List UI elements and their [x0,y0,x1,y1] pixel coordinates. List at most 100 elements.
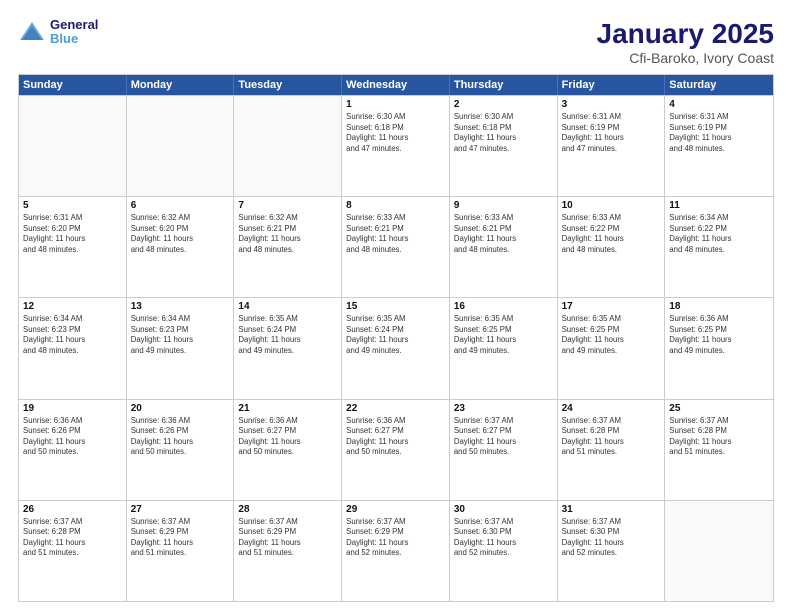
day-number: 22 [346,403,445,414]
day-info: Sunrise: 6:34 AMSunset: 6:22 PMDaylight:… [669,213,769,255]
day-cell-empty [127,96,235,196]
day-info: Sunrise: 6:32 AMSunset: 6:21 PMDaylight:… [238,213,337,255]
logo-line1: General [50,18,98,32]
subtitle: Cfi-Baroko, Ivory Coast [597,50,774,66]
day-number: 11 [669,200,769,211]
header: General Blue January 2025 Cfi-Baroko, Iv… [18,18,774,66]
day-info: Sunrise: 6:34 AMSunset: 6:23 PMDaylight:… [23,314,122,356]
calendar-body: 1 Sunrise: 6:30 AMSunset: 6:18 PMDaylight… [19,95,773,601]
day-number: 20 [131,403,230,414]
day-cell-27: 27 Sunrise: 6:37 AMSunset: 6:29 PMDayligh… [127,501,235,601]
day-number: 24 [562,403,661,414]
day-info: Sunrise: 6:33 AMSunset: 6:22 PMDaylight:… [562,213,661,255]
header-day-sunday: Sunday [19,75,127,95]
day-cell-7: 7 Sunrise: 6:32 AMSunset: 6:21 PMDaylight… [234,197,342,297]
day-cell-15: 15 Sunrise: 6:35 AMSunset: 6:24 PMDayligh… [342,298,450,398]
day-cell-13: 13Sunrise: 6:34 AMSunset: 6:23 PMDayligh… [127,298,235,398]
day-cell-5: 5Sunrise: 6:31 AMSunset: 6:20 PMDaylight… [19,197,127,297]
title-block: January 2025 Cfi-Baroko, Ivory Coast [597,18,774,66]
day-cell-2: 2 Sunrise: 6:30 AMSunset: 6:18 PMDaylight… [450,96,558,196]
day-number: 8 [346,200,445,211]
day-info: Sunrise: 6:37 AMSunset: 6:28 PMDaylight:… [669,416,769,458]
day-number: 15 [346,301,445,312]
day-number: 4 [669,99,769,110]
day-info: Sunrise: 6:36 AMSunset: 6:26 PMDaylight:… [131,416,230,458]
header-day-wednesday: Wednesday [342,75,450,95]
day-info: Sunrise: 6:37 AMSunset: 6:29 PMDaylight:… [238,517,337,559]
header-day-thursday: Thursday [450,75,558,95]
day-cell-1: 1 Sunrise: 6:30 AMSunset: 6:18 PMDaylight… [342,96,450,196]
day-info: Sunrise: 6:30 AMSunset: 6:18 PMDaylight:… [346,112,445,154]
day-cell-6: 6 Sunrise: 6:32 AMSunset: 6:20 PMDaylight… [127,197,235,297]
day-info: Sunrise: 6:35 AMSunset: 6:25 PMDaylight:… [562,314,661,356]
day-info: Sunrise: 6:33 AMSunset: 6:21 PMDaylight:… [346,213,445,255]
day-info: Sunrise: 6:31 AMSunset: 6:19 PMDaylight:… [669,112,769,154]
day-cell-11: 11 Sunrise: 6:34 AMSunset: 6:22 PMDayligh… [665,197,773,297]
calendar-header: SundayMondayTuesdayWednesdayThursdayFrid… [19,75,773,95]
day-cell-9: 9Sunrise: 6:33 AMSunset: 6:21 PMDaylight… [450,197,558,297]
day-number: 12 [23,301,122,312]
logo-line2: Blue [50,31,78,46]
day-info: Sunrise: 6:32 AMSunset: 6:20 PMDaylight:… [131,213,230,255]
day-cell-31: 31Sunrise: 6:37 AMSunset: 6:30 PMDayligh… [558,501,666,601]
day-number: 1 [346,99,445,110]
day-number: 17 [562,301,661,312]
day-number: 16 [454,301,553,312]
day-cell-10: 10 Sunrise: 6:33 AMSunset: 6:22 PMDayligh… [558,197,666,297]
day-cell-17: 17 Sunrise: 6:35 AMSunset: 6:25 PMDayligh… [558,298,666,398]
day-number: 2 [454,99,553,110]
day-cell-28: 28Sunrise: 6:37 AMSunset: 6:29 PMDayligh… [234,501,342,601]
calendar: SundayMondayTuesdayWednesdayThursdayFrid… [18,74,774,602]
day-number: 7 [238,200,337,211]
day-number: 10 [562,200,661,211]
day-number: 29 [346,504,445,515]
day-cell-16: 16 Sunrise: 6:35 AMSunset: 6:25 PMDayligh… [450,298,558,398]
logo-icon [18,20,46,44]
day-number: 6 [131,200,230,211]
day-cell-26: 26 Sunrise: 6:37 AMSunset: 6:28 PMDayligh… [19,501,127,601]
day-cell-18: 18Sunrise: 6:36 AMSunset: 6:25 PMDayligh… [665,298,773,398]
day-cell-30: 30 Sunrise: 6:37 AMSunset: 6:30 PMDayligh… [450,501,558,601]
day-cell-14: 14Sunrise: 6:35 AMSunset: 6:24 PMDayligh… [234,298,342,398]
day-cell-24: 24Sunrise: 6:37 AMSunset: 6:28 PMDayligh… [558,400,666,500]
day-cell-3: 3 Sunrise: 6:31 AMSunset: 6:19 PMDaylight… [558,96,666,196]
day-cell-12: 12 Sunrise: 6:34 AMSunset: 6:23 PMDayligh… [19,298,127,398]
day-info: Sunrise: 6:35 AMSunset: 6:24 PMDaylight:… [346,314,445,356]
day-number: 25 [669,403,769,414]
header-day-tuesday: Tuesday [234,75,342,95]
day-info: Sunrise: 6:35 AMSunset: 6:25 PMDaylight:… [454,314,553,356]
day-cell-23: 23 Sunrise: 6:37 AMSunset: 6:27 PMDayligh… [450,400,558,500]
day-number: 13 [131,301,230,312]
day-info: Sunrise: 6:37 AMSunset: 6:30 PMDaylight:… [562,517,661,559]
day-number: 30 [454,504,553,515]
header-day-friday: Friday [558,75,666,95]
day-cell-25: 25 Sunrise: 6:37 AMSunset: 6:28 PMDayligh… [665,400,773,500]
day-info: Sunrise: 6:31 AMSunset: 6:19 PMDaylight:… [562,112,661,154]
calendar-row-4: 19 Sunrise: 6:36 AMSunset: 6:26 PMDayligh… [19,399,773,500]
day-number: 19 [23,403,122,414]
calendar-row-3: 12 Sunrise: 6:34 AMSunset: 6:23 PMDayligh… [19,297,773,398]
day-number: 26 [23,504,122,515]
day-info: Sunrise: 6:37 AMSunset: 6:28 PMDaylight:… [23,517,122,559]
day-info: Sunrise: 6:36 AMSunset: 6:27 PMDaylight:… [346,416,445,458]
day-cell-22: 22 Sunrise: 6:36 AMSunset: 6:27 PMDayligh… [342,400,450,500]
day-cell-21: 21Sunrise: 6:36 AMSunset: 6:27 PMDayligh… [234,400,342,500]
day-info: Sunrise: 6:37 AMSunset: 6:30 PMDaylight:… [454,517,553,559]
day-cell-empty [665,501,773,601]
day-info: Sunrise: 6:36 AMSunset: 6:25 PMDaylight:… [669,314,769,356]
day-info: Sunrise: 6:30 AMSunset: 6:18 PMDaylight:… [454,112,553,154]
calendar-row-1: 1 Sunrise: 6:30 AMSunset: 6:18 PMDaylight… [19,95,773,196]
day-cell-20: 20 Sunrise: 6:36 AMSunset: 6:26 PMDayligh… [127,400,235,500]
day-number: 27 [131,504,230,515]
header-day-saturday: Saturday [665,75,773,95]
day-cell-19: 19 Sunrise: 6:36 AMSunset: 6:26 PMDayligh… [19,400,127,500]
day-info: Sunrise: 6:37 AMSunset: 6:29 PMDaylight:… [131,517,230,559]
day-number: 23 [454,403,553,414]
day-info: Sunrise: 6:36 AMSunset: 6:26 PMDaylight:… [23,416,122,458]
day-info: Sunrise: 6:31 AMSunset: 6:20 PMDaylight:… [23,213,122,255]
logo-text: General Blue [50,18,98,47]
main-title: January 2025 [597,18,774,50]
day-info: Sunrise: 6:37 AMSunset: 6:27 PMDaylight:… [454,416,553,458]
day-number: 3 [562,99,661,110]
day-info: Sunrise: 6:33 AMSunset: 6:21 PMDaylight:… [454,213,553,255]
